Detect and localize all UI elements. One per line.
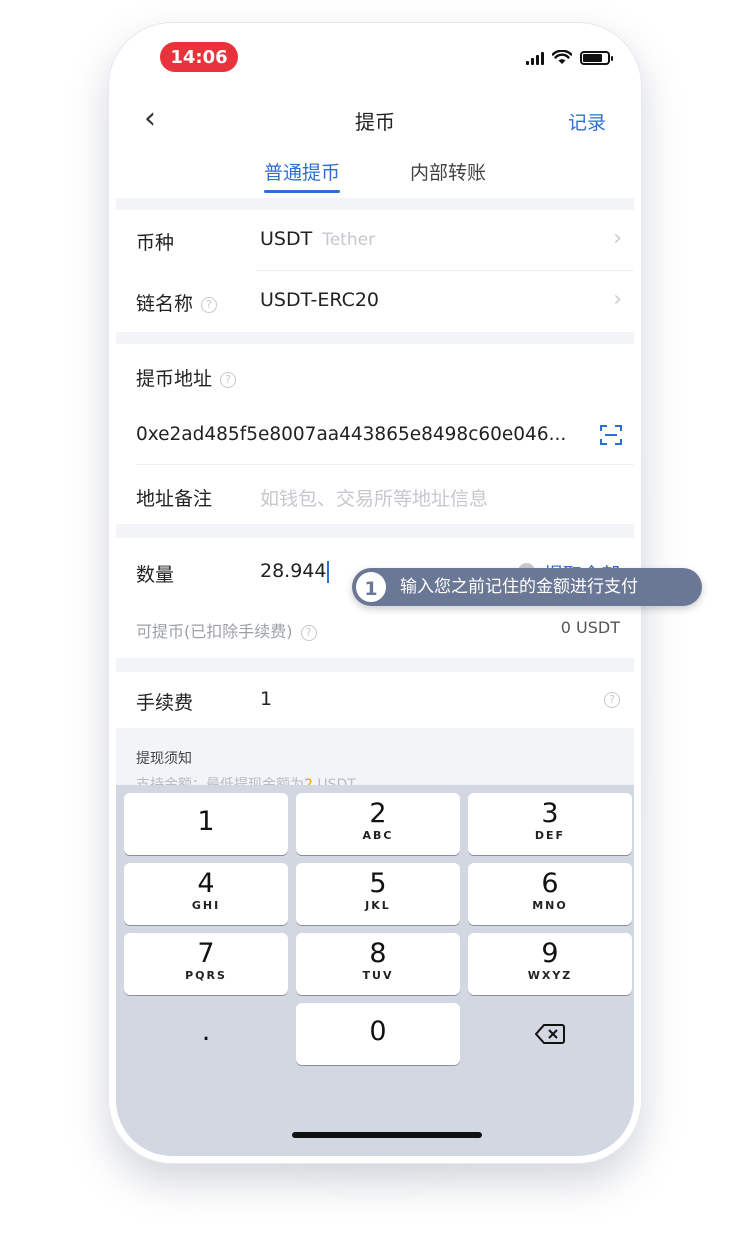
battery-icon [580,50,613,65]
key-0[interactable]: 0 [296,1003,460,1065]
text-cursor [327,560,330,583]
page-title: 提币 [355,110,395,134]
tooltip-text: 输入您之前记住的金额进行支付 [400,577,638,597]
key-digit: 1 [197,806,215,837]
key-1[interactable]: 1 [124,793,288,855]
currency-label: 币种 [136,232,175,254]
chevron-right-icon: › [613,287,622,312]
available-label: 可提币(已扣除手续费)? [136,618,317,642]
key-letters: GHI [191,899,221,912]
scan-qr-icon[interactable] [600,424,622,446]
address-label-text: 提币地址 [136,368,213,390]
help-icon[interactable]: ? [300,624,317,641]
key-digit: 3 [541,798,559,829]
key-5[interactable]: 5 JKL [296,863,460,925]
key-digit: 9 [541,938,559,969]
key-7[interactable]: 7 PQRS [124,933,288,995]
tab-internal-transfer[interactable]: 内部转账 [410,158,486,185]
section-divider [116,524,634,538]
help-icon[interactable]: ? [604,692,620,708]
currency-row[interactable]: 币种 USDT Tether › [116,210,634,270]
address-label: 提币地址? [136,364,237,391]
amount-input[interactable]: 28.944 [260,560,330,583]
fee-row: 手续费 1 ? [116,672,634,728]
help-icon[interactable]: ? [220,371,237,388]
cellular-signal-icon [526,51,544,65]
key-delete[interactable] [468,1003,632,1065]
key-digit: 8 [369,938,387,969]
wifi-icon [552,50,572,64]
key-2[interactable]: 2 ABC [296,793,460,855]
key-digit: 2 [369,798,387,829]
home-indicator [292,1132,482,1138]
currency-value: USDT Tether [260,228,375,250]
available-value: 0 USDT [560,618,620,637]
key-digit: 0 [369,1016,387,1047]
key-letters: PQRS [185,969,227,982]
currency-symbol: USDT [260,228,313,250]
key-6[interactable]: 6 MNO [468,863,632,925]
address-section: 提币地址? 0xe2ad485f5e8007aa443865e8498c60e0… [116,344,634,524]
key-digit: 4 [197,868,215,899]
address-input[interactable]: 0xe2ad485f5e8007aa443865e8498c60e046... [136,424,566,445]
amount-label: 数量 [136,564,175,586]
key-8[interactable]: 8 TUV [296,933,460,995]
key-letters: JKL [365,899,391,912]
key-digit: 5 [369,868,387,899]
key-digit: 6 [541,868,559,899]
memo-input[interactable]: 如钱包、交易所等地址信息 [260,484,488,511]
backspace-icon [534,1024,565,1044]
memo-label: 地址备注 [136,488,213,510]
key-letters: DEF [534,829,566,842]
key-3[interactable]: 3 DEF [468,793,632,855]
status-icons [526,50,613,65]
row-divider [136,464,634,465]
section-divider [116,332,634,344]
tab-bar: 普通提币 内部转账 [116,158,634,202]
available-label-text: 可提币(已扣除手续费) [136,622,293,641]
help-icon[interactable]: ? [201,296,218,313]
key-9[interactable]: 9 WXYZ [468,933,632,995]
section-divider [116,198,634,210]
fee-value: 1 [260,688,273,710]
tab-normal-withdraw[interactable]: 普通提币 [264,158,341,193]
status-time: 14:06 [160,42,238,72]
currency-fullname: Tether [322,230,376,250]
key-letters: MNO [532,899,568,912]
section-divider [116,658,634,672]
key-decimal[interactable]: . [124,1003,288,1065]
record-link[interactable]: 记录 [568,108,606,135]
key-letters: ABC [362,829,394,842]
chevron-right-icon: › [613,226,622,251]
key-letters: WXYZ [527,969,573,982]
chain-label: 链名称? [136,289,218,316]
amount-value: 28.944 [260,560,327,582]
nav-bar: ‹ 提币 记录 [116,96,634,146]
chain-row[interactable]: 链名称? USDT-ERC20 › [116,271,634,331]
chain-label-text: 链名称 [136,293,194,315]
chain-value: USDT-ERC20 [260,289,380,311]
guide-tooltip: 1 输入您之前记住的金额进行支付 [352,568,702,606]
numeric-keyboard: 1 2 ABC 3 DEF 4 GHI 5 JKL 6 MNO 7 PQRS 8 TUV 9W… [116,785,634,1156]
notice-title: 提现须知 [136,751,192,767]
key-digit: 7 [197,938,215,969]
key-digit: . [201,1016,211,1047]
key-letters: TUV [362,969,394,982]
fee-label: 手续费 [136,692,194,714]
key-4[interactable]: 4 GHI [124,863,288,925]
step-number-badge: 1 [354,570,388,604]
page-stage: 14:06 ‹ 提币 记录 普通提币 内部转账 币种 USDT Tether ›… [0,0,750,1236]
